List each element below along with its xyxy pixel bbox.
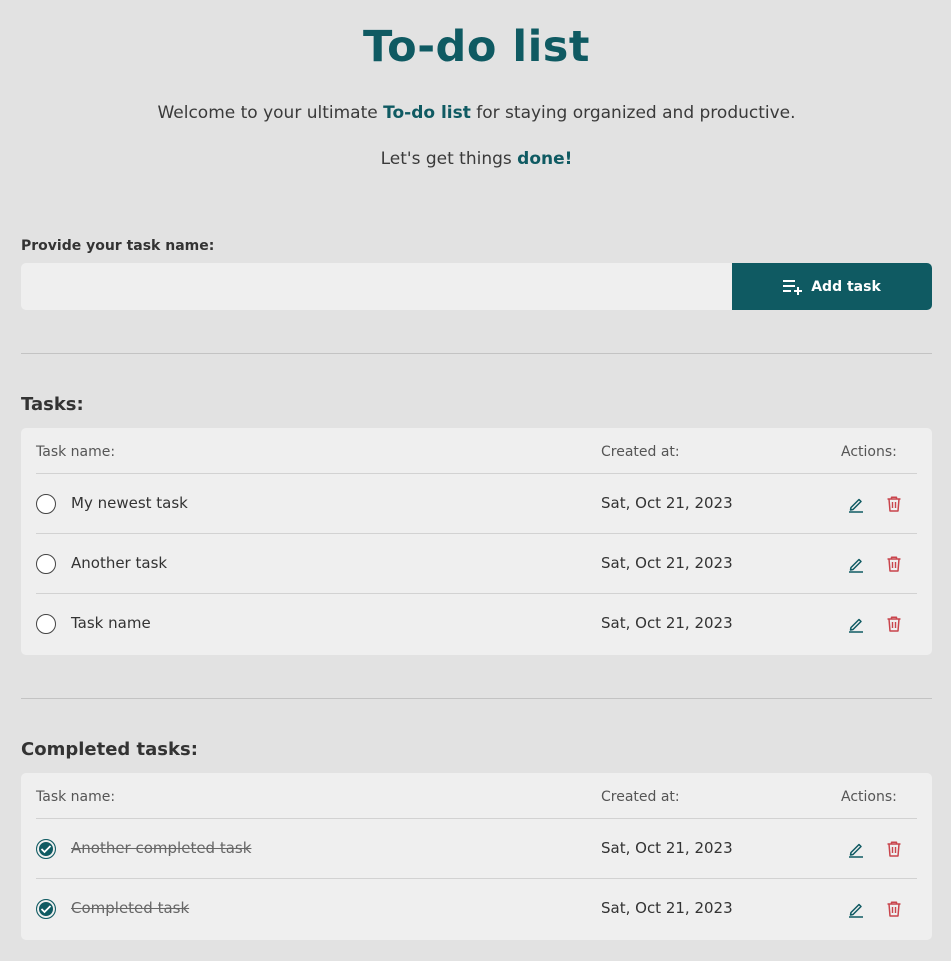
delete-button[interactable] — [883, 898, 905, 920]
pencil-icon — [849, 843, 863, 858]
trash-icon — [887, 556, 901, 572]
task-name: Another task — [71, 554, 168, 572]
trash-icon — [887, 901, 901, 917]
tasks-section-title: Tasks: — [21, 394, 84, 415]
column-header-name: Task name: — [36, 789, 116, 805]
edit-button[interactable] — [845, 613, 867, 635]
task-checkbox-checked[interactable] — [36, 839, 56, 859]
trash-icon — [887, 616, 901, 632]
check-icon — [40, 905, 52, 914]
edit-button[interactable] — [845, 553, 867, 575]
column-header-created: Created at: — [601, 444, 680, 460]
delete-button[interactable] — [883, 493, 905, 515]
table-row: My newest task Sat, Oct 21, 2023 — [36, 474, 917, 534]
trash-icon — [887, 496, 901, 512]
intro-text-2: Let's get things done! — [21, 149, 932, 169]
edit-button[interactable] — [845, 838, 867, 860]
column-header-actions: Actions: — [841, 789, 897, 805]
pencil-icon — [849, 558, 863, 573]
completed-section-title: Completed tasks: — [21, 739, 198, 760]
table-row: Another completed task Sat, Oct 21, 2023 — [36, 819, 917, 879]
tasks-table: Task name: Created at: Actions: My newes… — [21, 428, 932, 655]
intro-text: Welcome to your ultimate To-do list for … — [21, 103, 932, 123]
column-header-actions: Actions: — [841, 444, 897, 460]
task-created-date: Sat, Oct 21, 2023 — [601, 554, 733, 572]
intro-accent: done! — [517, 149, 573, 169]
divider — [21, 353, 932, 354]
pencil-icon — [849, 903, 863, 918]
intro-text-part: for staying organized and productive. — [470, 103, 796, 123]
table-header: Task name: Created at: Actions: — [36, 773, 917, 819]
column-header-created: Created at: — [601, 789, 680, 805]
delete-button[interactable] — [883, 838, 905, 860]
add-task-button-label: Add task — [811, 278, 881, 295]
completed-tasks-table: Task name: Created at: Actions: Another … — [21, 773, 932, 940]
task-created-date: Sat, Oct 21, 2023 — [601, 614, 733, 632]
task-name: My newest task — [71, 494, 188, 512]
table-row: Another task Sat, Oct 21, 2023 — [36, 534, 917, 594]
table-row: Completed task Sat, Oct 21, 2023 — [36, 879, 917, 939]
task-name: Task name — [71, 614, 151, 632]
task-name: Another completed task — [71, 839, 252, 857]
delete-button[interactable] — [883, 553, 905, 575]
task-checkbox[interactable] — [36, 494, 56, 514]
task-created-date: Sat, Oct 21, 2023 — [601, 494, 733, 512]
intro-accent: To-do list — [383, 103, 471, 123]
task-checkbox[interactable] — [36, 554, 56, 574]
task-checkbox-checked[interactable] — [36, 899, 56, 919]
playlist-add-icon — [783, 279, 803, 295]
edit-button[interactable] — [845, 898, 867, 920]
page-title: To-do list — [363, 22, 590, 72]
task-created-date: Sat, Oct 21, 2023 — [601, 839, 733, 857]
intro-text-part: Let's get things — [380, 149, 518, 169]
trash-icon — [887, 841, 901, 857]
task-checkbox[interactable] — [36, 614, 56, 634]
column-header-name: Task name: — [36, 444, 116, 460]
table-header: Task name: Created at: Actions: — [36, 428, 917, 474]
table-row: Task name Sat, Oct 21, 2023 — [36, 594, 917, 654]
pencil-icon — [849, 618, 863, 633]
delete-button[interactable] — [883, 613, 905, 635]
task-created-date: Sat, Oct 21, 2023 — [601, 899, 733, 917]
edit-button[interactable] — [845, 493, 867, 515]
add-task-button[interactable]: Add task — [732, 263, 932, 310]
divider — [21, 698, 932, 699]
intro-text-part: Welcome to your ultimate — [157, 103, 384, 123]
task-name: Completed task — [71, 899, 190, 917]
check-icon — [40, 845, 52, 854]
task-name-label: Provide your task name: — [21, 238, 215, 254]
pencil-icon — [849, 498, 863, 513]
task-name-input[interactable] — [21, 263, 732, 310]
